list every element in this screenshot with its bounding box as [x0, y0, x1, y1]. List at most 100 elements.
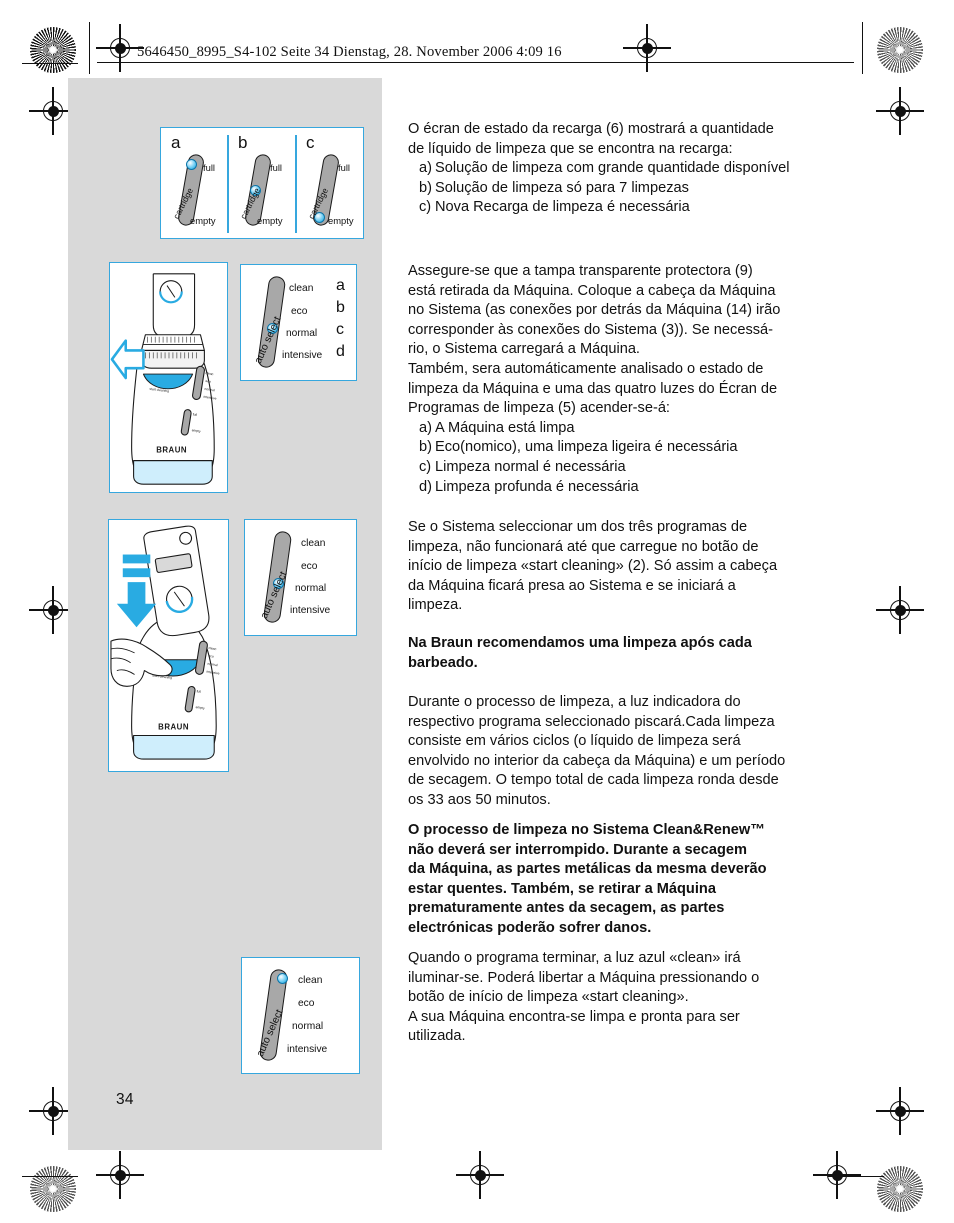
cartridge-cell-a: a cartridge full empty — [161, 128, 227, 238]
cartridge-letter-a: a — [171, 133, 181, 152]
body-paragraph-7: Quando o programa terminar, a luz azul «… — [408, 949, 840, 1047]
paragraph-line: Durante o processo de limpeza, a luz ind… — [408, 694, 741, 710]
auto-select-item-clean: clean — [298, 975, 323, 986]
list-marker: b) — [419, 439, 432, 456]
registration-star-bottom-right — [877, 1166, 923, 1212]
list-item: b) Eco(nomico), uma limpeza ligeira é ne… — [408, 438, 840, 458]
registration-crosshair-right-center — [876, 586, 924, 634]
figure-cartridge-status: a cartridge full empty b cartridge full … — [160, 127, 364, 239]
paragraph-line: de líquido de limpeza que se encontra na… — [408, 140, 733, 157]
list-text: Nova Recarga de limpeza é necessária — [435, 199, 690, 216]
auto-select-item-eco: eco — [291, 306, 308, 317]
paragraph-line: está retirada da Máquina. Coloque a cabe… — [408, 282, 776, 299]
svg-text:full: full — [196, 689, 201, 694]
registration-crosshair-mid-right — [876, 87, 924, 135]
svg-text:eco: eco — [208, 654, 214, 659]
list-text: Solução de limpeza com grande quantidade… — [435, 160, 790, 177]
list-text: Eco(nomico), uma limpeza ligeira é neces… — [435, 439, 738, 456]
paragraph-line: A sua Máquina encontra-se limpa e pronta… — [408, 1008, 740, 1025]
list-item: c) Nova Recarga de limpeza é necessária — [408, 198, 840, 218]
paragraph-line: iluminar-se. Poderá libertar a Máquina p… — [408, 969, 760, 986]
list-recarga-states: a) Solução de limpeza com grande quantid… — [408, 159, 840, 218]
auto-select-item-normal: normal — [286, 328, 318, 339]
list-marker: a) — [419, 160, 432, 177]
paragraph-line: rio, o Sistema carregará a Máquina. — [408, 341, 640, 358]
figure-insert-shaver: BRAUN clean eco normal intensive full em… — [109, 262, 228, 493]
paragraph-line: de secagem. O tempo total de cada limpez… — [408, 772, 779, 789]
body-paragraph-6-bold: O processo de limpeza no Sistema Clean&R… — [408, 821, 840, 939]
list-marker: c) — [419, 458, 432, 475]
paragraph-line: estar quentes. Também, se retirar a Máqu… — [408, 880, 716, 897]
svg-text:BRAUN: BRAUN — [156, 446, 187, 455]
body-paragraph-1: O écran de estado da recarga (6) mostrar… — [408, 120, 840, 218]
svg-text:full: full — [192, 412, 197, 417]
list-marker: d) — [419, 478, 432, 495]
paragraph-line: botão de início de limpeza «start cleani… — [408, 989, 689, 1006]
crop-mark-top-right-vertical — [862, 22, 864, 74]
registration-crosshair-bottom-right — [876, 1087, 924, 1135]
figure-press-start-cleaning: BRAUN clean eco normal intensive full em… — [108, 519, 229, 772]
paragraph-line: O écran de estado da recarga (6) mostrar… — [408, 121, 774, 137]
registration-star-bottom-left — [30, 1166, 76, 1212]
cartridge-full-label: full — [270, 162, 282, 173]
auto-select-item-normal: normal — [295, 583, 327, 594]
cartridge-led-full — [186, 159, 197, 170]
page-number: 34 — [116, 1091, 134, 1108]
auto-select-item-intensive: intensive — [290, 605, 331, 616]
list-cleaning-programs: a) A Máquina está limpa b) Eco(nomico), … — [408, 419, 840, 497]
list-item: d) Limpeza profunda é necessária — [408, 478, 840, 498]
registration-crosshair-bottom-center-right — [813, 1151, 861, 1199]
list-text: Solução de limpeza só para 7 limpezas — [435, 179, 689, 196]
crop-mark-header-rule — [97, 62, 854, 64]
crop-mark-bottom-right-horizontal — [828, 1176, 884, 1178]
body-paragraph-4-bold: Na Braun recomendamos uma limpeza após c… — [408, 634, 840, 673]
figure-auto-select-letters: auto select clean eco normal intensive a… — [240, 264, 357, 381]
list-marker: c) — [419, 199, 432, 216]
shaver-press-illustration: BRAUN clean eco normal intensive full em… — [110, 525, 220, 760]
paragraph-line: no Sistema (as conexões por detrás da Má… — [408, 302, 781, 319]
registration-crosshair-mid-left — [29, 87, 77, 135]
registration-crosshair-bottom-center — [456, 1151, 504, 1199]
body-paragraph-2: Assegure-se que a tampa transparente pro… — [408, 262, 840, 497]
paragraph-line: utilizada. — [408, 1028, 466, 1045]
paragraph-line: limpeza, não funcionará até que carregue… — [408, 538, 759, 555]
shaver-insert-illustration: BRAUN clean eco normal intensive full em… — [110, 273, 217, 485]
cartridge-full-label: full — [338, 162, 350, 173]
paragraph-line: respectivo programa seleccionado piscará… — [408, 713, 775, 730]
paragraph-line: da Máquina ficará presa ao Sistema e se … — [408, 577, 736, 594]
paragraph-line: electrónicas poderão sofrer danos. — [408, 919, 652, 936]
list-text: Limpeza normal é necessária — [435, 458, 626, 475]
paragraph-line: Na Braun recomendamos uma limpeza após c… — [408, 635, 752, 651]
registration-crosshair-left-center — [29, 586, 77, 634]
paragraph-line: início de limpeza «start cleaning» (2). … — [408, 558, 778, 575]
list-marker: a) — [419, 419, 432, 436]
crop-mark-bottom-left-horizontal — [22, 1176, 78, 1178]
body-paragraph-3: Se o Sistema seleccionar um dos três pro… — [408, 518, 840, 616]
paragraph-line: prematuramente antes da secagem, as part… — [408, 900, 725, 917]
list-item: a) Solução de limpeza com grande quantid… — [408, 159, 840, 179]
paragraph-line: não deverá ser interrompido. Durante a s… — [408, 841, 748, 858]
paragraph-line: barbeado. — [408, 654, 478, 671]
cartridge-letter-b: b — [238, 133, 248, 152]
cartridge-empty-label: empty — [190, 215, 216, 226]
cartridge-empty-label: empty — [328, 215, 354, 226]
figure-auto-select-normal: auto select clean eco normal intensive — [244, 519, 357, 636]
list-text: A Máquina está limpa — [435, 419, 575, 436]
cartridge-cell-b: b cartridge full empty — [228, 128, 295, 238]
crop-mark-top-horizontal — [22, 63, 78, 65]
auto-select-item-clean: clean — [289, 283, 314, 294]
auto-select-item-intensive: intensive — [287, 1044, 328, 1055]
cartridge-cell-c: c cartridge full empty — [296, 128, 362, 238]
list-item: c) Limpeza normal é necessária — [408, 458, 840, 478]
paragraph-line: Assegure-se que a tampa transparente pro… — [408, 263, 753, 279]
paragraph-line: O processo de limpeza no Sistema Clean&R… — [408, 822, 765, 838]
cartridge-letter-c: c — [306, 133, 315, 152]
registration-crosshair-top-right — [623, 24, 671, 72]
list-item: a) A Máquina está limpa — [408, 419, 840, 439]
auto-select-letter-c: c — [336, 321, 344, 338]
auto-select-item-eco: eco — [301, 561, 318, 572]
paragraph-line: corresponder às conexões do Sistema (3))… — [408, 321, 774, 338]
print-header: 5646450_8995_S4-102 Seite 34 Dienstag, 2… — [137, 44, 562, 60]
auto-select-item-eco: eco — [298, 998, 315, 1009]
paragraph-line: envolvido no interior da cabeça da Máqui… — [408, 752, 786, 769]
